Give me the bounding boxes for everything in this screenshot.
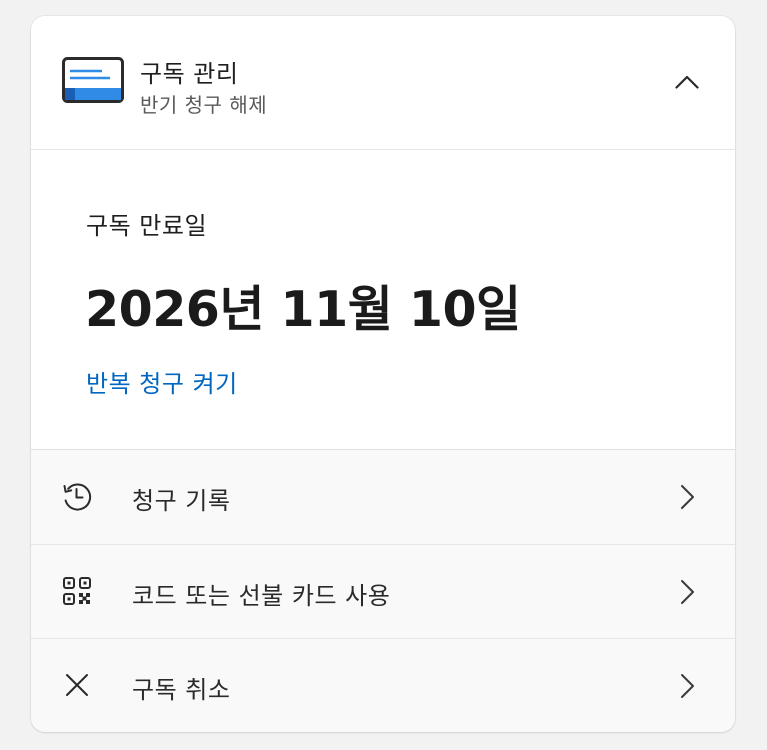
cancel-subscription-item[interactable]: 구독 취소 (31, 638, 735, 732)
history-icon (63, 483, 92, 511)
subscription-card: 구독 관리 반기 청구 해제 구독 만료일 2026년 11월 10일 반복 청… (31, 16, 735, 732)
card-icon (62, 57, 124, 103)
turn-on-recurring-billing-link[interactable]: 반복 청구 켜기 (86, 364, 238, 399)
actions-list: 청구 기록 코드 또는 선불 카드 사용 구독 취소 (31, 449, 735, 732)
subscription-header[interactable]: 구독 관리 반기 청구 해제 (31, 16, 735, 150)
billing-history-label: 청구 기록 (132, 487, 231, 515)
qr-code-icon (63, 577, 91, 605)
close-icon (66, 674, 88, 696)
chevron-right-icon (681, 485, 694, 509)
redeem-code-item[interactable]: 코드 또는 선불 카드 사용 (31, 544, 735, 638)
expiry-date: 2026년 11월 10일 (85, 281, 521, 338)
collapse-button[interactable] (667, 64, 707, 100)
header-title: 구독 관리 (140, 60, 239, 88)
chevron-right-icon (681, 674, 694, 698)
billing-history-item[interactable]: 청구 기록 (31, 450, 735, 543)
subscription-details: 구독 만료일 2026년 11월 10일 반복 청구 켜기 (31, 150, 735, 449)
header-subtitle: 반기 청구 해제 (140, 93, 268, 117)
cancel-subscription-label: 구독 취소 (132, 676, 231, 704)
expiry-label: 구독 만료일 (86, 212, 208, 240)
chevron-up-icon (675, 75, 699, 89)
chevron-right-icon (681, 580, 694, 604)
redeem-code-label: 코드 또는 선불 카드 사용 (132, 582, 391, 610)
